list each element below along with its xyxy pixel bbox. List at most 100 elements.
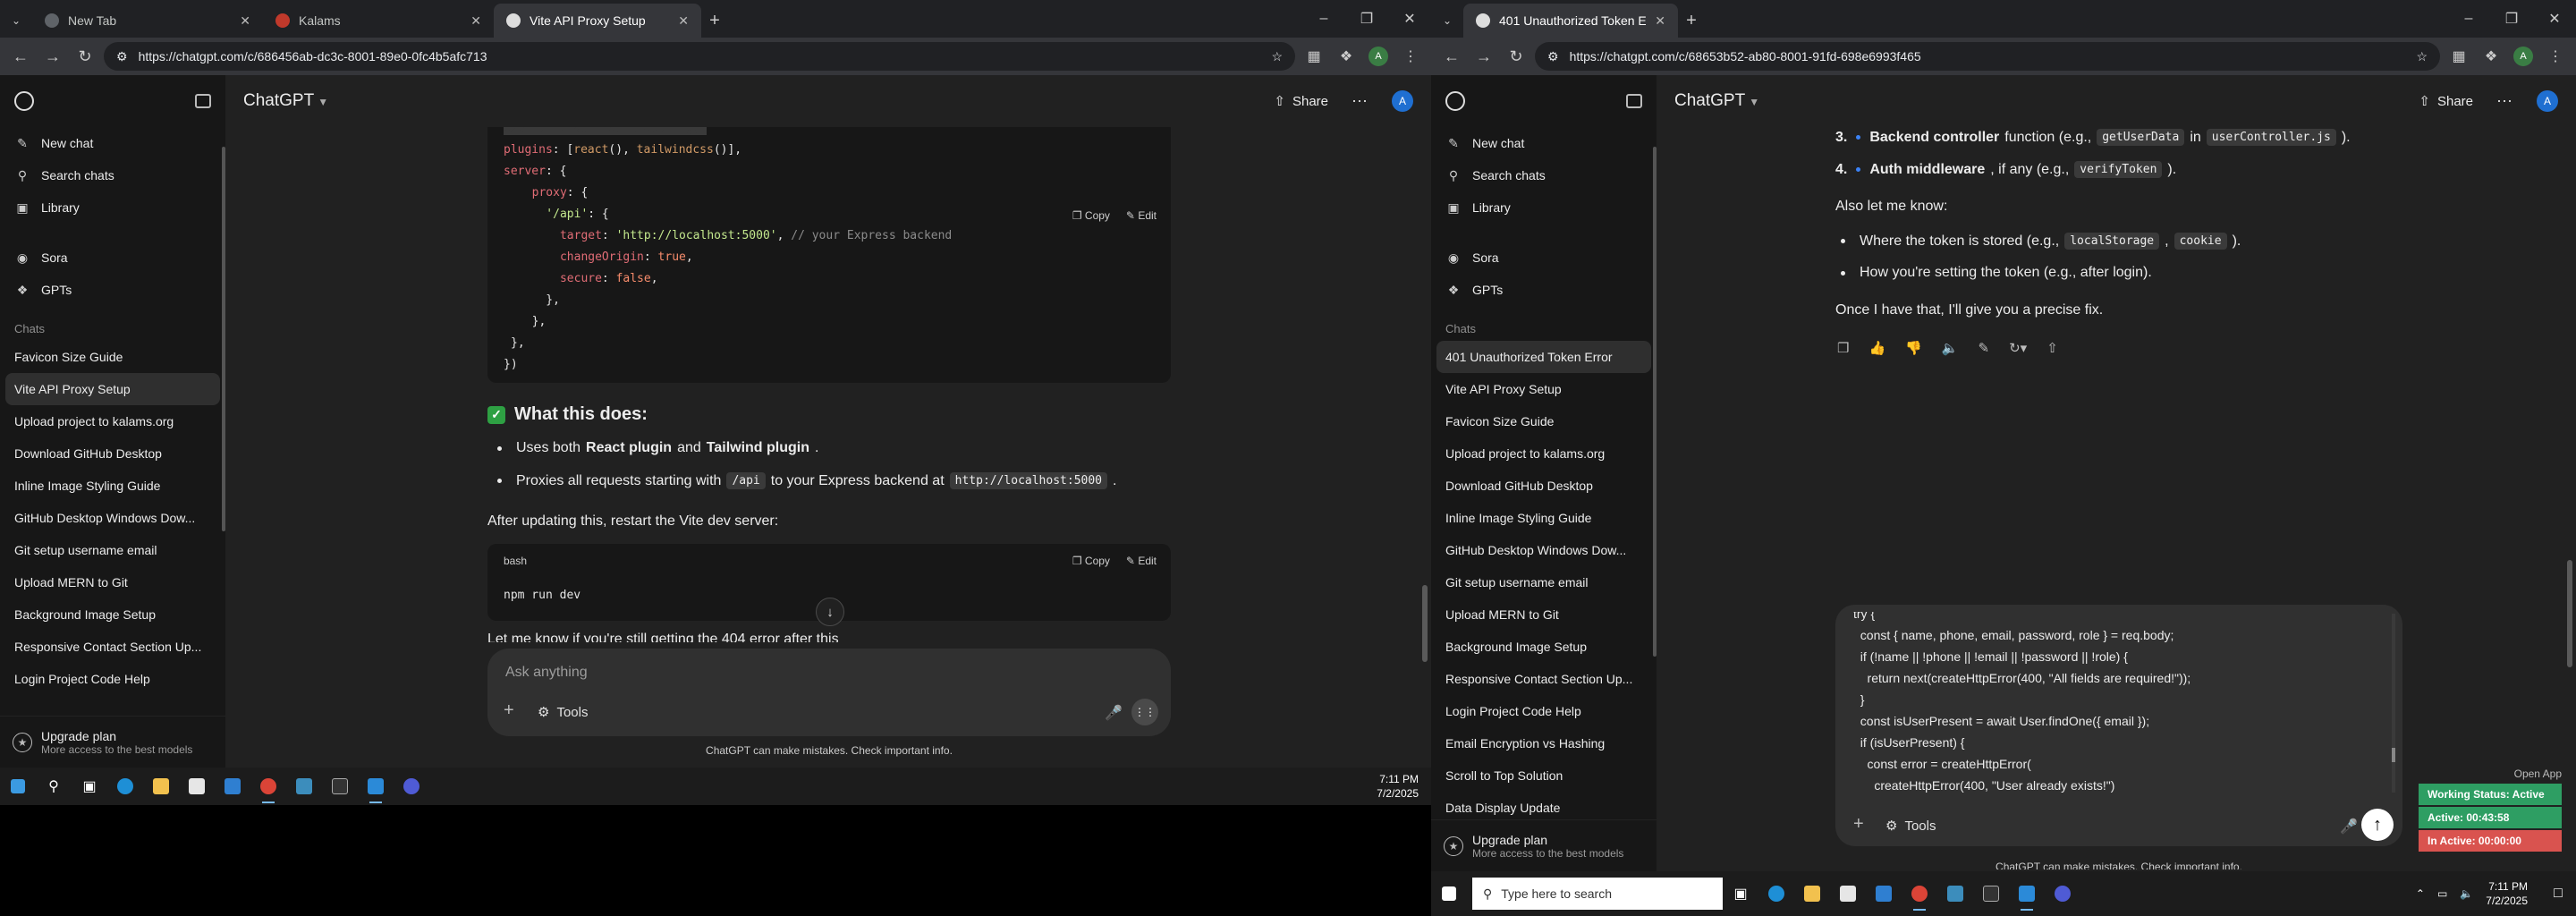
tools-button[interactable]: ⚙ Tools — [538, 704, 588, 721]
back-icon[interactable]: ← — [7, 43, 34, 70]
app-icon[interactable] — [286, 768, 322, 804]
plus-icon[interactable]: + — [1853, 814, 1864, 835]
windows-start-icon[interactable] — [1431, 876, 1467, 912]
sidebar-item-search-chats[interactable]: ⚲ Search chats — [1431, 159, 1657, 191]
extension-icon[interactable]: ▦ — [1301, 43, 1327, 70]
forward-icon[interactable]: → — [39, 43, 66, 70]
edge-icon[interactable] — [107, 768, 143, 804]
composer-input[interactable]: try { const { name, phone, email, passwo… — [1853, 612, 2381, 802]
sidebar-item-sora[interactable]: ◉ Sora — [0, 242, 225, 274]
edge-icon[interactable] — [1758, 876, 1794, 912]
zoom-icon[interactable] — [2045, 876, 2080, 912]
taskbar-search-box[interactable]: ⚲ Type here to search — [1472, 878, 1723, 910]
chat-item[interactable]: Upload MERN to Git — [0, 566, 225, 598]
openai-logo-icon[interactable] — [1445, 91, 1465, 111]
chat-item[interactable]: Inline Image Styling Guide — [1431, 502, 1657, 534]
more-options-icon[interactable]: ⋯ — [2496, 92, 2513, 111]
tab-new-tab[interactable]: New Tab ✕ — [32, 4, 263, 38]
store-icon[interactable] — [1830, 876, 1866, 912]
chat-item[interactable]: Download GitHub Desktop — [0, 437, 225, 470]
extension-icon[interactable]: ▦ — [2445, 43, 2472, 70]
main-scrollbar[interactable] — [1422, 585, 1428, 662]
omnibox[interactable]: ⚙ https://chatgpt.com/c/686456ab-dc3c-80… — [104, 42, 1295, 71]
edit-button[interactable]: ✎ Edit — [1126, 209, 1157, 222]
sidebar-item-search-chats[interactable]: ⚲ Search chats — [0, 159, 225, 191]
model-selector[interactable]: ChatGPT ▼ — [1674, 91, 1759, 111]
chat-item[interactable]: Git setup username email — [0, 534, 225, 566]
clock[interactable]: 7:11 PM 7/2/2025 — [2486, 879, 2528, 908]
network-icon[interactable]: ▭ — [2437, 887, 2447, 900]
back-icon[interactable]: ← — [1438, 43, 1465, 70]
read-aloud-icon[interactable]: 🔈 — [1942, 340, 1959, 356]
chat-item[interactable]: Login Project Code Help — [0, 663, 225, 695]
notification-icon[interactable]: □ — [2540, 876, 2576, 912]
close-icon[interactable]: ✕ — [470, 13, 481, 29]
share-button[interactable]: ⇧ Share — [1274, 93, 1328, 110]
chat-item[interactable]: Vite API Proxy Setup — [5, 373, 220, 405]
sidebar-item-library[interactable]: ▣ Library — [0, 191, 225, 224]
sidebar-item-new-chat[interactable]: ✎ New chat — [0, 127, 225, 159]
minimize-icon[interactable]: – — [1302, 11, 1345, 27]
chat-item[interactable]: Upload project to kalams.org — [1431, 437, 1657, 470]
chat-item[interactable]: Responsive Contact Section Up... — [0, 631, 225, 663]
chevron-up-icon[interactable]: ⌃ — [2416, 887, 2425, 900]
thumbs-down-icon[interactable]: 👎 — [1905, 340, 1922, 356]
close-icon[interactable]: ✕ — [1655, 13, 1665, 29]
openai-logo-icon[interactable] — [14, 91, 34, 111]
tab-search-icon[interactable]: ⌄ — [1431, 4, 1463, 38]
chat-item[interactable]: GitHub Desktop Windows Dow... — [1431, 534, 1657, 566]
close-icon[interactable]: ✕ — [678, 13, 689, 29]
close-icon[interactable]: ✕ — [240, 13, 250, 29]
puzzle-icon[interactable]: ❖ — [2478, 43, 2504, 70]
windows-start-icon[interactable] — [0, 768, 36, 804]
scroll-down-icon[interactable]: ↓ — [816, 598, 844, 626]
upgrade-plan-button[interactable]: ★ Upgrade plan More access to the best m… — [1431, 819, 1657, 871]
sidebar-item-library[interactable]: ▣ Library — [1431, 191, 1657, 224]
chat-item[interactable]: Git setup username email — [1431, 566, 1657, 598]
vscode-icon[interactable] — [358, 768, 394, 804]
chat-item[interactable]: Download GitHub Desktop — [1431, 470, 1657, 502]
main-scrollbar[interactable] — [2567, 560, 2572, 667]
chrome-icon[interactable] — [1902, 876, 1937, 912]
share-icon[interactable]: ⇧ — [2046, 340, 2058, 356]
chat-item[interactable]: Upload project to kalams.org — [0, 405, 225, 437]
chat-item[interactable]: Upload MERN to Git — [1431, 598, 1657, 631]
zoom-icon[interactable] — [394, 768, 429, 804]
file-explorer-icon[interactable] — [143, 768, 179, 804]
search-icon[interactable]: ⚲ — [36, 768, 72, 804]
sidebar-item-new-chat[interactable]: ✎ New chat — [1431, 127, 1657, 159]
menu-dots-icon[interactable]: ⋮ — [1397, 43, 1424, 70]
chat-item[interactable]: Background Image Setup — [0, 598, 225, 631]
model-selector[interactable]: ChatGPT ▼ — [243, 91, 328, 111]
chat-item[interactable]: Responsive Contact Section Up... — [1431, 663, 1657, 695]
thumbs-up-icon[interactable]: 👍 — [1868, 340, 1885, 356]
window-close-icon[interactable]: ✕ — [2533, 10, 2576, 28]
copy-icon[interactable]: ❐ — [1837, 340, 1849, 356]
minimize-icon[interactable]: – — [2447, 11, 2490, 27]
maximize-icon[interactable]: ❐ — [2490, 10, 2533, 28]
new-tab-icon[interactable]: + — [701, 4, 728, 38]
profile-icon[interactable]: A — [2510, 43, 2537, 70]
chat-item[interactable]: Email Encryption vs Hashing — [1431, 727, 1657, 759]
ask-anything-input[interactable]: Ask anything — [505, 665, 588, 681]
site-info-icon[interactable]: ⚙ — [1547, 49, 1559, 64]
profile-icon[interactable]: A — [1365, 43, 1392, 70]
voice-mode-icon[interactable]: ⋮⋮ — [1131, 699, 1158, 725]
open-app-link[interactable]: Open App — [2419, 768, 2562, 780]
mail-icon[interactable] — [1866, 876, 1902, 912]
omnibox[interactable]: ⚙ https://chatgpt.com/c/68653b52-ab80-80… — [1535, 42, 2440, 71]
tab-search-icon[interactable]: ⌄ — [0, 4, 32, 38]
puzzle-icon[interactable]: ❖ — [1333, 43, 1360, 70]
copy-button[interactable]: ❐ Copy — [1072, 209, 1110, 222]
edit-button[interactable]: ✎ Edit — [1126, 555, 1157, 567]
new-tab-icon[interactable]: + — [1678, 4, 1705, 38]
chat-item[interactable]: Vite API Proxy Setup — [1431, 373, 1657, 405]
file-explorer-icon[interactable] — [1794, 876, 1830, 912]
sidebar-item-gpts[interactable]: ❖ GPTs — [1431, 274, 1657, 306]
chat-item[interactable]: Inline Image Styling Guide — [0, 470, 225, 502]
chat-item[interactable]: 401 Unauthorized Token Error — [1436, 341, 1651, 373]
bookmark-star-icon[interactable]: ☆ — [1271, 49, 1283, 64]
regenerate-icon[interactable]: ↻▾ — [2009, 340, 2027, 356]
avatar[interactable]: A — [1392, 90, 1413, 112]
window-close-icon[interactable]: ✕ — [1388, 10, 1431, 28]
